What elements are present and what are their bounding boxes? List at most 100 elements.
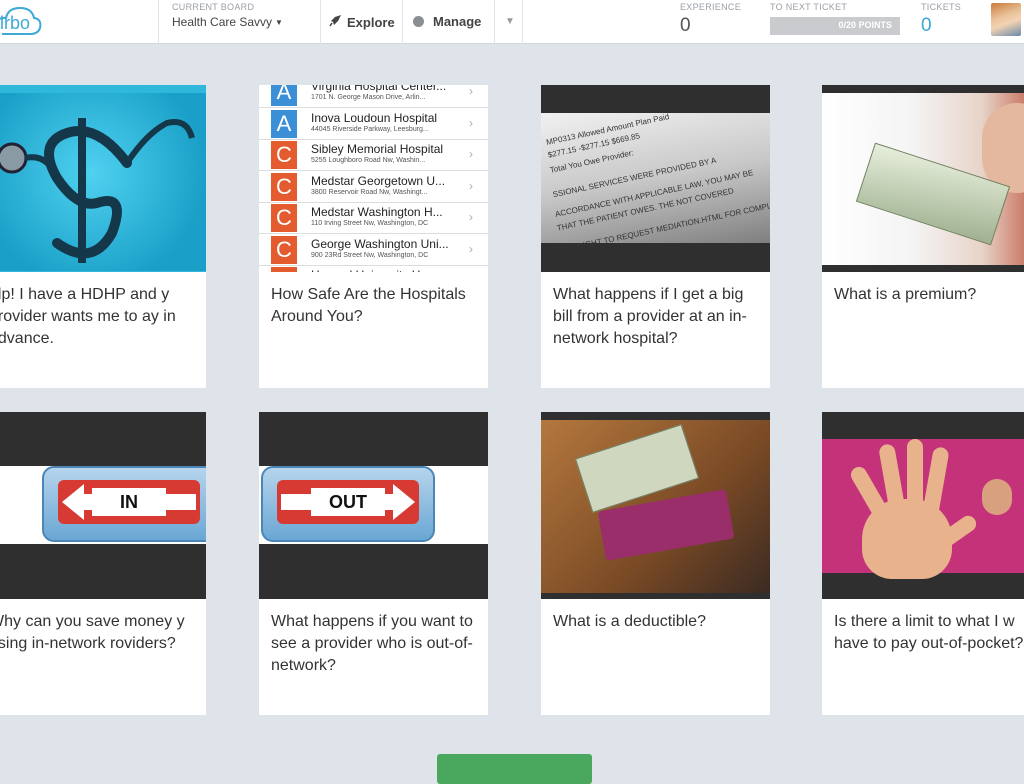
hospital-name: Sibley Memorial Hospital [311, 142, 444, 156]
experience-stat: EXPERIENCE 0 [680, 2, 741, 37]
hospital-grade-letter: D [271, 267, 297, 272]
divider [522, 0, 523, 44]
hospital-grade-letter: C [271, 235, 297, 264]
card-out-of-network[interactable]: OUT What happens if you want to see a pr… [259, 412, 488, 715]
card-hospitals[interactable]: A Virginia Hospital Center... 1701 N. Geor… [259, 85, 488, 388]
hospital-name: Medstar Washington H... [311, 205, 443, 219]
bill-image: MP0313 Allowed Amount Plan Paid $277.15 -… [541, 112, 770, 255]
hospital-address: 5255 Loughboro Road Nw, Washin... [311, 157, 426, 164]
next-ticket-label: TO NEXT TICKET [770, 2, 848, 12]
hospital-list-item: DHoward University Hos...› [259, 265, 488, 272]
in-sign-image: IN [0, 466, 206, 544]
out-sign-image: OUT [259, 466, 488, 544]
card-big-bill[interactable]: MP0313 Allowed Amount Plan Paid $277.15 -… [541, 85, 770, 388]
out-sign-text: OUT [311, 488, 385, 516]
card-image [0, 85, 206, 272]
card-image: MP0313 Allowed Amount Plan Paid $277.15 -… [541, 85, 770, 272]
avatar[interactable] [991, 3, 1021, 36]
hospital-grade-letter: A [271, 85, 297, 106]
card-title[interactable]: What is a deductible? [553, 611, 763, 633]
sign-tray: IN [42, 466, 206, 542]
divider [158, 0, 159, 44]
hospital-name: Virginia Hospital Center... [311, 85, 447, 93]
card-image: OUT [259, 412, 488, 599]
next-ticket-stat: TO NEXT TICKET [770, 2, 847, 12]
stethoscope-image [0, 93, 206, 271]
card-deductible[interactable]: What is a deductible? [541, 412, 770, 715]
card-image [822, 412, 1024, 599]
experience-value: 0 [680, 15, 691, 36]
hospital-grade-letter: C [271, 141, 297, 169]
hospital-grade-letter: A [271, 109, 297, 138]
person-face [982, 479, 1012, 515]
hospital-grade-letter: C [271, 172, 297, 201]
hospital-list-item: C Medstar Washington H... 110 Irving Stree… [259, 202, 488, 234]
money-hand-image [822, 93, 1024, 265]
rocket-icon [329, 14, 342, 30]
hospital-address: 900 23Rd Street Nw, Washington, DC [311, 251, 429, 259]
card-image: IN [0, 412, 206, 599]
card-title[interactable]: elp! I have a HDHP and y provider wants … [0, 284, 199, 350]
divider [402, 0, 403, 44]
card-image: A Virginia Hospital Center... 1701 N. Geor… [259, 85, 488, 272]
explore-button[interactable]: Explore [329, 14, 395, 30]
finger [907, 439, 923, 511]
current-board-selector[interactable]: CURRENT BOARD Health Care Savvy ▼ [172, 2, 283, 29]
card-title[interactable]: Is there a limit to what I w have to pay… [834, 611, 1024, 655]
hospital-list-item: A Inova Loudoun Hospital 44045 Riverside P… [259, 108, 488, 140]
card-image [541, 412, 770, 599]
explore-label: Explore [347, 14, 395, 30]
manage-button[interactable]: Manage [413, 14, 481, 29]
top-bar: irbo CURRENT BOARD Health Care Savvy ▼ Ex… [0, 0, 1024, 44]
hospital-address: 1701 N. George Mason Drive, Arlin... [311, 94, 426, 101]
status-dot-icon [413, 16, 424, 27]
card-title[interactable]: How Safe Are the Hospitals Around You? [271, 284, 481, 328]
card-title[interactable]: What is a premium? [834, 284, 1024, 306]
card-premium[interactable]: What is a premium? [822, 85, 1024, 388]
hospital-address: 3800 Reservoir Road Nw, Washingt... [311, 188, 428, 196]
hospital-list-item: C Sibley Memorial Hospital 5255 Loughboro … [259, 139, 488, 171]
logo-text[interactable]: irbo [0, 13, 30, 34]
load-more-button[interactable] [437, 754, 592, 784]
sign-arrow: OUT [277, 480, 419, 524]
tickets-label: TICKETS [921, 2, 962, 12]
card-in-network[interactable]: IN Why can you save money y using in-net… [0, 412, 206, 715]
chevron-right-icon: › [469, 115, 473, 130]
tickets-value: 0 [921, 15, 932, 36]
in-sign-text: IN [92, 488, 166, 516]
hospital-name: Inova Loudoun Hospital [311, 110, 438, 125]
hospital-address: 110 Irving Street Nw, Washington, DC [311, 220, 429, 227]
dropdown-triangle-icon[interactable]: ▼ [505, 16, 515, 27]
card-title[interactable]: What happens if you want to see a provid… [271, 611, 481, 677]
current-board-name-wrap: Health Care Savvy ▼ [172, 15, 283, 29]
finger [922, 446, 950, 516]
card-image [822, 85, 1024, 272]
chevron-right-icon: › [469, 147, 473, 161]
hospital-list-item: C Medstar Georgetown U... 3800 Reservoir R… [259, 171, 488, 203]
hospital-name: George Washington Uni... [311, 236, 449, 251]
current-board-name: Health Care Savvy [172, 15, 273, 29]
caret-down-icon: ▼ [275, 18, 283, 27]
hospital-name: Howard University Hos... [311, 268, 443, 272]
hospital-name: Medstar Georgetown U... [311, 173, 446, 188]
hospital-list-item: A Virginia Hospital Center... 1701 N. Geor… [259, 85, 488, 108]
experience-label: EXPERIENCE [680, 2, 742, 12]
wallet-image [541, 420, 770, 593]
sign-tray: OUT [261, 466, 435, 542]
hospital-address: 44045 Riverside Parkway, Leesburg... [311, 125, 429, 133]
current-board-label: CURRENT BOARD [172, 2, 255, 12]
card-out-of-pocket-limit[interactable]: Is there a limit to what I w have to pay… [822, 412, 1024, 715]
stop-hand-image [822, 439, 1024, 579]
chevron-right-icon: › [469, 210, 473, 224]
card-hdhp[interactable]: elp! I have a HDHP and y provider wants … [0, 85, 206, 388]
hospital-grade-letter: C [271, 204, 297, 232]
card-title[interactable]: Why can you save money y using in-networ… [0, 611, 199, 655]
divider [494, 0, 495, 44]
hospital-list-item: C George Washington Uni... 900 23Rd Street… [259, 234, 488, 266]
sign-arrow: IN [58, 480, 200, 524]
card-title[interactable]: What happens if I get a big bill from a … [553, 284, 763, 350]
tickets-stat: TICKETS 0 [921, 2, 961, 37]
progress-text: 0/20 POINTS [838, 20, 892, 30]
chevron-right-icon: › [469, 241, 473, 256]
manage-label: Manage [433, 14, 482, 29]
